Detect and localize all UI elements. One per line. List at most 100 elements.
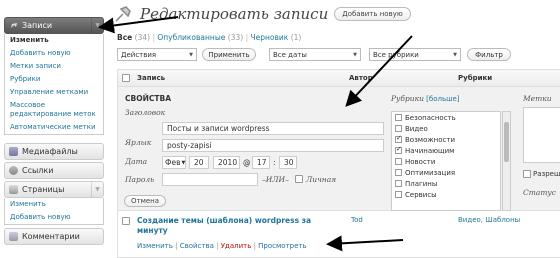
admin-menu: Записи ▼ Изменить Добавить новую Метки з… xyxy=(0,0,105,258)
apply-button[interactable]: Применить xyxy=(202,48,256,61)
submenu-categories-link[interactable]: Рубрики xyxy=(10,75,40,83)
submenu-post-tags[interactable]: Метки записи xyxy=(5,60,103,73)
category-item[interactable]: Безопасность xyxy=(392,112,500,123)
pages-submenu: Изменить Добавить новую xyxy=(4,198,104,225)
post-title-line2: минуту xyxy=(137,226,168,235)
submenu-manage-tags[interactable]: Управление метками xyxy=(5,86,103,99)
category-item[interactable]: Сервисы xyxy=(392,189,500,200)
categories-scrollbar[interactable] xyxy=(502,111,511,211)
hour-field[interactable]: 17 xyxy=(252,156,270,169)
submenu-auto-tags[interactable]: Автоматические метки xyxy=(5,121,103,134)
submenu-add-new-link[interactable]: Добавить новую xyxy=(10,49,70,57)
year-field[interactable]: 2010 xyxy=(213,156,240,169)
categories-select[interactable]: Все рубрики ▼ xyxy=(369,48,461,61)
post-title-link[interactable]: Создание темы (шаблона) wordpress за мин… xyxy=(137,216,311,236)
category-checkbox[interactable] xyxy=(395,134,402,143)
submenu-mass-edit-tags[interactable]: Массовое редактирование меток xyxy=(5,99,103,121)
post-author-link[interactable]: Tod xyxy=(351,216,363,224)
view-link[interactable]: Просмотреть xyxy=(258,242,306,250)
posts-table: Запись Автор Рубрики СВОЙСТВА Заголовок … xyxy=(117,69,560,258)
menu-comments[interactable]: Комментарии xyxy=(4,228,104,245)
submenu-edit[interactable]: Изменить xyxy=(5,34,103,47)
submenu-mass-edit-tags-link[interactable]: Массовое редактирование меток xyxy=(10,101,96,118)
dates-select[interactable]: Все даты ▼ xyxy=(269,48,361,61)
pages-submenu-edit[interactable]: Изменить xyxy=(5,198,103,211)
password-field[interactable] xyxy=(162,173,258,186)
edit-link[interactable]: Изменить xyxy=(137,242,173,250)
menu-media[interactable]: Медиафайлы xyxy=(4,143,104,160)
category-item[interactable]: Плагины xyxy=(392,178,500,189)
category-checkbox[interactable] xyxy=(395,145,402,154)
menu-pages[interactable]: Страницы ▼ xyxy=(4,181,104,198)
title-field[interactable]: Посты и записи wordpress xyxy=(162,122,384,135)
minute-field[interactable]: 30 xyxy=(279,156,297,169)
select-all-checkbox[interactable] xyxy=(122,74,130,82)
tags-label: Метки xyxy=(523,94,552,103)
add-new-button[interactable]: Добавить новую xyxy=(334,7,411,21)
month-value: Фев xyxy=(165,158,181,167)
at-sign: @ xyxy=(243,158,251,167)
row-checkbox[interactable] xyxy=(122,217,130,225)
or-separator: –ИЛИ– xyxy=(262,175,289,184)
menu-links[interactable]: Ссылки xyxy=(4,162,104,179)
filter-all[interactable]: Все xyxy=(117,33,132,42)
bulk-actions-value: Действия xyxy=(121,50,157,59)
allow-comments-checkbox[interactable] xyxy=(523,170,531,178)
category-item[interactable]: Оптимизация xyxy=(392,167,500,178)
private-checkbox[interactable] xyxy=(295,175,303,183)
filter-separator: | xyxy=(245,33,249,42)
category-checkbox[interactable] xyxy=(395,114,402,121)
filter-published[interactable]: Опубликованные xyxy=(157,33,225,42)
category-checkbox[interactable] xyxy=(395,125,402,132)
filter-button[interactable]: Фильтр xyxy=(467,48,511,61)
category-checkbox[interactable] xyxy=(395,158,402,165)
submenu-auto-tags-link[interactable]: Автоматические метки xyxy=(10,123,96,131)
category-item[interactable]: Новости xyxy=(392,156,500,167)
date-label: Дата xyxy=(125,157,148,166)
menu-media-label: Медиафайлы xyxy=(22,147,78,156)
private-label: Личная xyxy=(306,175,337,184)
status-filters: Все (34) | Опубликованные (33) | Чернови… xyxy=(117,33,301,42)
pages-icon xyxy=(9,185,18,194)
chevron-down-icon[interactable]: ▼ xyxy=(91,18,103,33)
title-label: Заголовок xyxy=(125,108,166,117)
cancel-button[interactable]: Отмена xyxy=(124,195,167,207)
pages-submenu-edit-link[interactable]: Изменить xyxy=(10,200,46,208)
pages-submenu-add-new[interactable]: Добавить новую xyxy=(5,211,103,224)
menu-posts[interactable]: Записи ▼ xyxy=(4,17,104,34)
pages-submenu-add-new-link[interactable]: Добавить новую xyxy=(10,213,70,221)
column-post[interactable]: Запись xyxy=(137,74,165,82)
row-action-separator: | xyxy=(253,242,256,250)
submenu-manage-tags-link[interactable]: Управление метками xyxy=(10,88,88,96)
bulk-actions-select[interactable]: Действия ▼ xyxy=(117,48,197,61)
category-item[interactable]: Возможности xyxy=(392,134,500,145)
submenu-categories[interactable]: Рубрики xyxy=(5,73,103,86)
category-item[interactable]: Видео xyxy=(392,123,500,134)
quick-edit-link[interactable]: Свойства xyxy=(180,242,214,250)
table-header: Запись Автор Рубрики xyxy=(118,70,560,87)
table-row: Создание темы (шаблона) wordpress за мин… xyxy=(118,212,560,258)
month-select[interactable]: Фев ▼ xyxy=(162,156,186,169)
slug-field[interactable]: posty-zapisi xyxy=(162,139,384,152)
comments-icon xyxy=(9,232,18,241)
categories-more-link[interactable]: [больше] xyxy=(426,95,459,103)
day-field[interactable]: 20 xyxy=(189,156,209,169)
column-author[interactable]: Автор xyxy=(349,74,373,82)
row-action-separator: | xyxy=(216,242,219,250)
category-checkbox[interactable] xyxy=(395,191,402,198)
submenu-post-tags-link[interactable]: Метки записи xyxy=(10,62,61,70)
delete-link[interactable]: Удалить xyxy=(221,242,252,250)
chevron-down-icon[interactable]: ▼ xyxy=(91,182,103,197)
category-label: Начинающим xyxy=(405,146,455,155)
tags-field[interactable] xyxy=(523,107,560,163)
category-checkbox[interactable] xyxy=(395,169,402,176)
category-label: Видео xyxy=(405,124,428,133)
filter-draft[interactable]: Черновик xyxy=(251,33,289,42)
category-checkbox[interactable] xyxy=(395,180,402,187)
status-label: Статус xyxy=(523,188,556,197)
pin-icon xyxy=(9,21,18,30)
category-item[interactable]: Начинающим xyxy=(392,145,500,156)
media-icon xyxy=(9,147,18,156)
post-categories-link[interactable]: Видео, Шаблоны xyxy=(458,216,520,224)
submenu-add-new[interactable]: Добавить новую xyxy=(5,47,103,60)
